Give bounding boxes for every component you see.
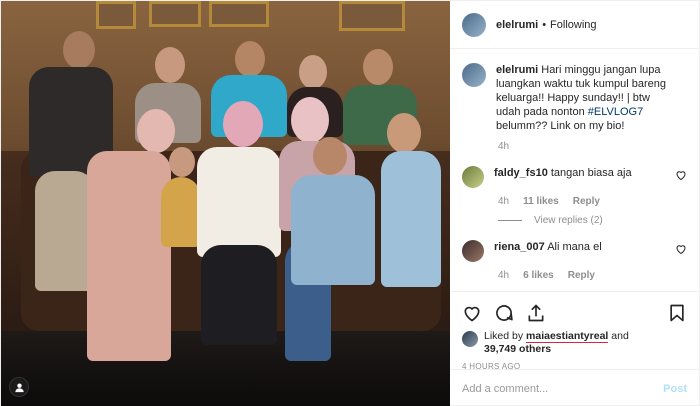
post-actions: Liked by maiaestiantyreal and 39,749 oth…	[450, 291, 699, 371]
separator-dot: •	[542, 18, 547, 31]
comment-time: 4h	[498, 196, 510, 207]
comment: riena_007 Ali mana el 4h 6 likes Reply	[462, 240, 687, 281]
post-header: elelrumi • Following	[450, 1, 699, 49]
share-icon[interactable]	[526, 303, 546, 323]
instagram-post-view: elelrumi • Following elelrumi Hari mingg…	[0, 0, 700, 406]
reply-button[interactable]: Reply	[573, 196, 600, 207]
avatar[interactable]	[462, 12, 486, 37]
person-tag-icon[interactable]	[9, 377, 29, 397]
liked-by-user[interactable]: maiaestiantyreal	[526, 330, 609, 343]
comment-input[interactable]	[462, 382, 664, 395]
comment-username[interactable]: riena_007	[494, 241, 545, 253]
comment: faldy_fs10 tangan biasa aja 4h 11 likes …	[462, 166, 687, 226]
reply-button[interactable]: Reply	[568, 270, 595, 281]
post-photo[interactable]	[1, 1, 450, 406]
wall-painting	[149, 1, 201, 27]
heart-icon[interactable]	[675, 243, 687, 255]
caption-time: 4h	[498, 141, 510, 152]
wall-painting	[96, 1, 136, 29]
comment-text: Ali mana el	[547, 241, 602, 253]
caption-text-end: belumm?? Link on my bio!	[496, 120, 625, 132]
comments-section: elelrumi Hari minggu jangan lupa luangka…	[450, 49, 699, 291]
hashtag-link[interactable]: #ELVLOG7	[588, 106, 643, 118]
add-comment-bar: Post	[450, 369, 699, 406]
comment-likes[interactable]: 6 likes	[523, 270, 554, 281]
avatar[interactable]	[462, 331, 478, 347]
comment-icon[interactable]	[494, 303, 514, 323]
view-replies-button[interactable]: View replies (2)	[498, 215, 687, 226]
comment-likes[interactable]: 11 likes	[523, 196, 559, 207]
caption-username[interactable]: elelrumi	[496, 64, 538, 76]
post-button[interactable]: Post	[663, 383, 687, 395]
comment-text: tangan biasa aja	[550, 167, 632, 179]
avatar[interactable]	[462, 63, 486, 87]
avatar[interactable]	[462, 240, 484, 262]
bookmark-icon[interactable]	[667, 303, 687, 323]
likes-summary: Liked by maiaestiantyreal and 39,749 oth…	[462, 330, 687, 356]
header-username[interactable]: elelrumi	[496, 19, 538, 31]
liked-by-and: and	[611, 330, 629, 342]
liked-by-prefix: Liked by	[484, 330, 524, 342]
divider	[498, 220, 522, 221]
comment-username[interactable]: faldy_fs10	[494, 167, 548, 179]
view-replies-label: View replies (2)	[534, 215, 603, 226]
following-button[interactable]: Following	[550, 19, 596, 31]
heart-icon[interactable]	[675, 169, 687, 181]
heart-icon[interactable]	[462, 303, 482, 323]
comment-time: 4h	[498, 270, 510, 281]
wall-painting	[339, 1, 405, 31]
post-sidebar: elelrumi • Following elelrumi Hari mingg…	[450, 1, 699, 406]
likes-count[interactable]: 39,749 others	[484, 343, 551, 355]
wall-painting	[209, 1, 269, 27]
caption: elelrumi Hari minggu jangan lupa luangka…	[462, 63, 687, 152]
avatar[interactable]	[462, 166, 484, 188]
